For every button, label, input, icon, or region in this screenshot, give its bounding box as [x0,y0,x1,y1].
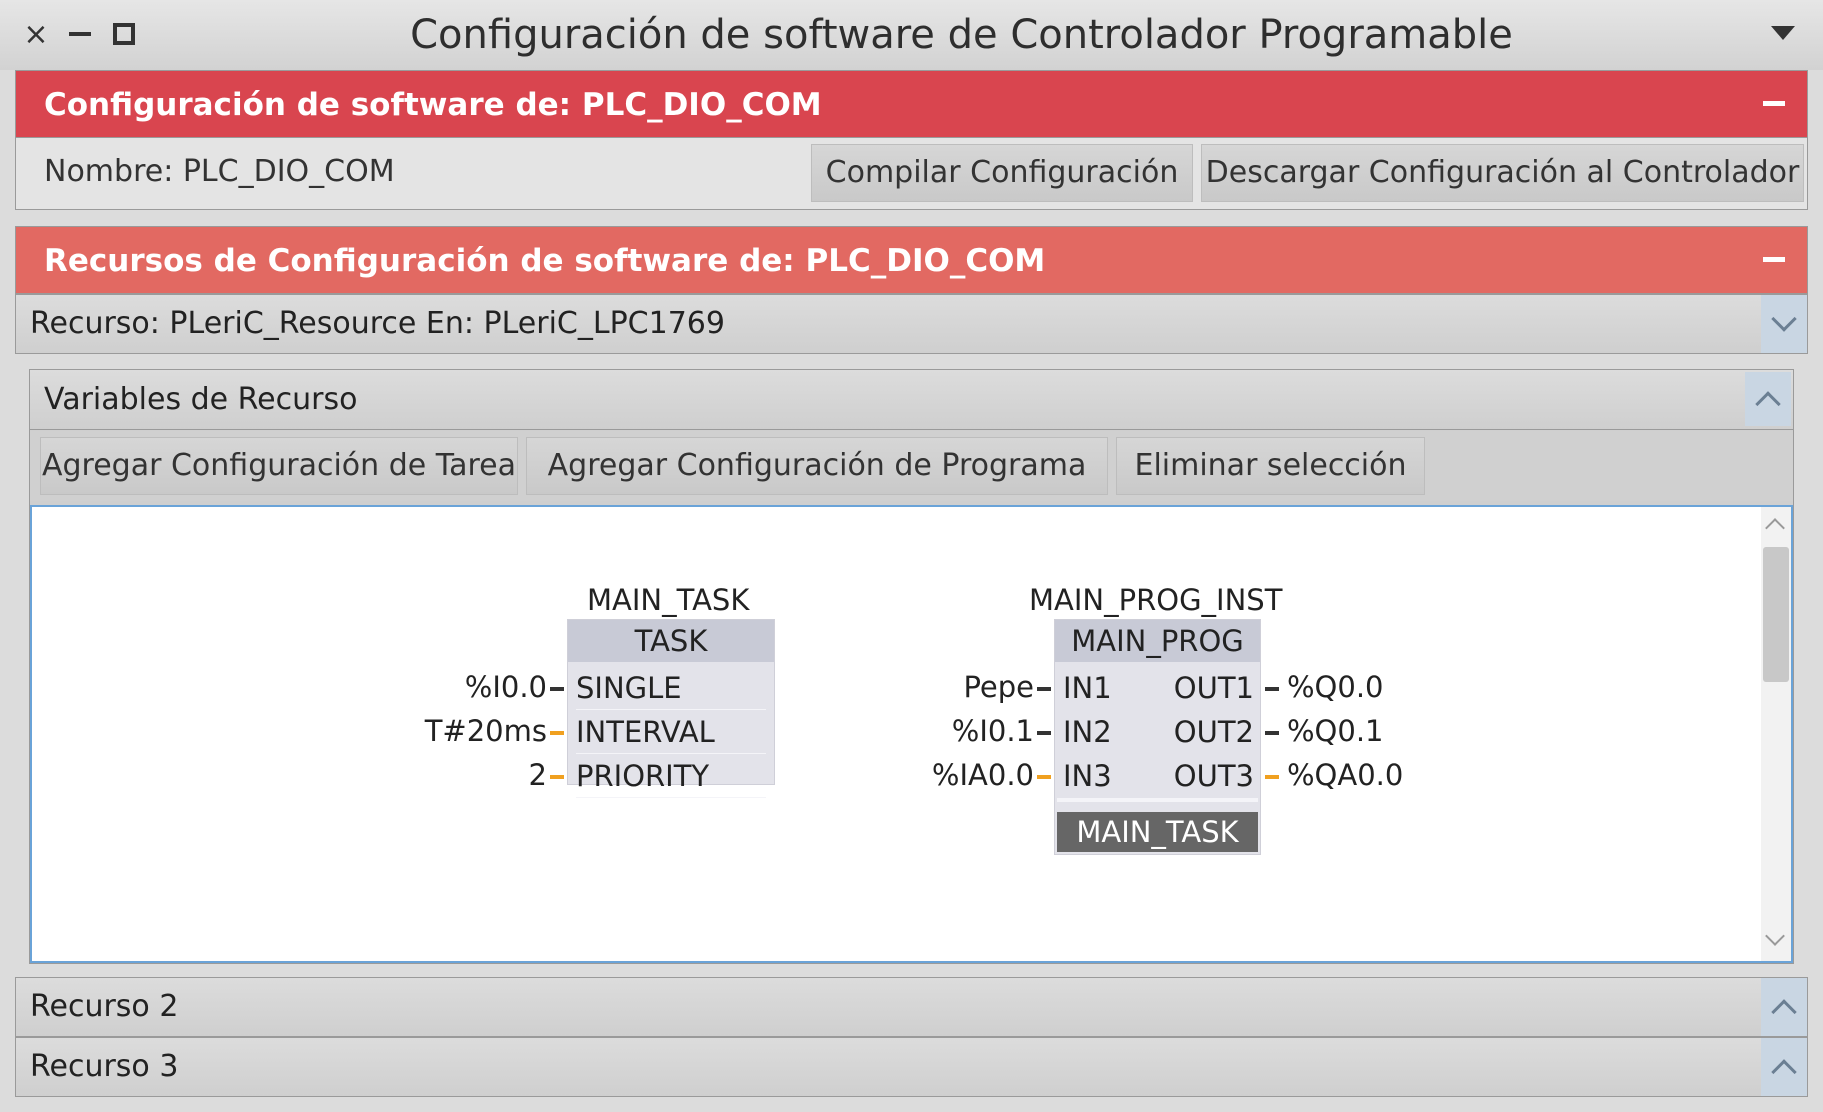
program-output-value-out1[interactable]: %Q0.0 [1287,665,1384,709]
download-configuration-button[interactable]: Descargar Configuración al Controlador [1201,144,1804,202]
config-panel-title: Configuración de software de: PLC_DIO_CO… [44,87,822,123]
task-port-interval: INTERVAL [576,710,766,754]
title-bar[interactable]: × Configuración de software de Controlad… [0,0,1823,70]
chevron-up-icon[interactable] [1745,372,1791,426]
task-instance-name: MAIN_TASK [587,583,750,617]
resource-row-main[interactable]: Recurso: PLeriC_Resource En: PLeriC_LPC1… [15,294,1808,354]
window-title: Configuración de software de Controlador… [410,12,1513,58]
program-output-value-out3[interactable]: %QA0.0 [1287,753,1403,797]
resource-row-2[interactable]: Recurso 2 [15,977,1808,1037]
variables-toolbar: Agregar Configuración de Tarea Agregar C… [30,431,1793,501]
wire-out3 [1265,775,1279,779]
program-task-assignment[interactable]: MAIN_TASK [1057,812,1258,852]
program-port-out2: OUT2 [1173,715,1254,749]
task-block[interactable]: TASK SINGLE INTERVAL PRIORITY [567,619,775,798]
task-port-priority: PRIORITY [576,754,766,798]
task-input-value-priority[interactable]: 2 [332,753,547,797]
program-block[interactable]: MAIN_PROG IN1 IN2 IN3 OUT1 OUT2 OUT3 MAI… [1054,619,1261,855]
variables-header[interactable]: Variables de Recurso [30,370,1793,430]
wire-interval [550,731,564,735]
chevron-up-icon[interactable] [1761,978,1807,1036]
wire-in3 [1037,775,1051,779]
task-input-value-interval[interactable]: T#20ms [332,709,547,753]
resource-3-label: Recurso 3 [30,1049,179,1084]
program-input-value-in2[interactable]: %I0.1 [852,709,1034,753]
collapse-minus-icon[interactable] [1763,257,1785,262]
resources-panel-title: Recursos de Configuración de software de… [44,243,1046,279]
scroll-down-icon[interactable] [1765,926,1785,946]
task-input-value-single[interactable]: %I0.0 [332,665,547,709]
scroll-thumb[interactable] [1763,547,1789,682]
program-port-out1: OUT1 [1173,671,1254,705]
wire-in1 [1037,687,1051,691]
collapse-minus-icon[interactable] [1763,101,1785,106]
resource-row-label: Recurso: PLeriC_Resource En: PLeriC_LPC1… [30,306,725,341]
program-port-in2: IN2 [1063,715,1112,749]
variables-header-label: Variables de Recurso [44,382,358,417]
delete-selection-button[interactable]: Eliminar selección [1116,437,1425,495]
resource-row-3[interactable]: Recurso 3 [15,1037,1808,1097]
program-port-out3: OUT3 [1173,759,1254,793]
wire-single [550,687,564,691]
wire-in2 [1037,731,1051,735]
task-port-single: SINGLE [576,666,766,710]
config-panel-header[interactable]: Configuración de software de: PLC_DIO_CO… [15,70,1808,138]
task-block-type: TASK [568,620,774,662]
resource-variables-panel: Variables de Recurso Agregar Configuraci… [29,369,1794,964]
canvas-vertical-scrollbar[interactable] [1761,507,1791,961]
program-output-value-out2[interactable]: %Q0.1 [1287,709,1384,753]
close-icon[interactable]: × [18,16,54,52]
program-block-type: MAIN_PROG [1055,620,1260,662]
program-port-in1: IN1 [1063,671,1112,705]
config-info-row: Nombre: PLC_DIO_COM Compilar Configuraci… [15,138,1808,210]
program-port-in3: IN3 [1063,759,1112,793]
maximize-icon[interactable] [106,16,142,52]
minimize-icon[interactable] [62,16,98,52]
window-menu-chevron-down-icon[interactable] [1771,26,1795,40]
add-program-config-button[interactable]: Agregar Configuración de Programa [526,437,1108,495]
wire-out2 [1265,731,1279,735]
chevron-down-icon[interactable] [1761,295,1807,353]
program-input-value-in3[interactable]: %IA0.0 [852,753,1034,797]
program-block-divider [1057,798,1258,802]
config-name-label: Nombre: PLC_DIO_COM [44,154,395,189]
wire-priority [550,775,564,779]
program-instance-name: MAIN_PROG_INST [1029,583,1283,617]
add-task-config-button[interactable]: Agregar Configuración de Tarea [40,437,518,495]
compile-configuration-button[interactable]: Compilar Configuración [811,144,1193,202]
scroll-up-icon[interactable] [1765,518,1785,538]
fbd-canvas[interactable]: MAIN_TASK TASK SINGLE INTERVAL PRIORITY … [30,505,1793,963]
chevron-up-icon[interactable] [1761,1038,1807,1096]
app-window: × Configuración de software de Controlad… [0,0,1823,1112]
wire-out1 [1265,687,1279,691]
program-input-value-in1[interactable]: Pepe [852,665,1034,709]
resource-2-label: Recurso 2 [30,989,179,1024]
resources-panel-header[interactable]: Recursos de Configuración de software de… [15,226,1808,294]
